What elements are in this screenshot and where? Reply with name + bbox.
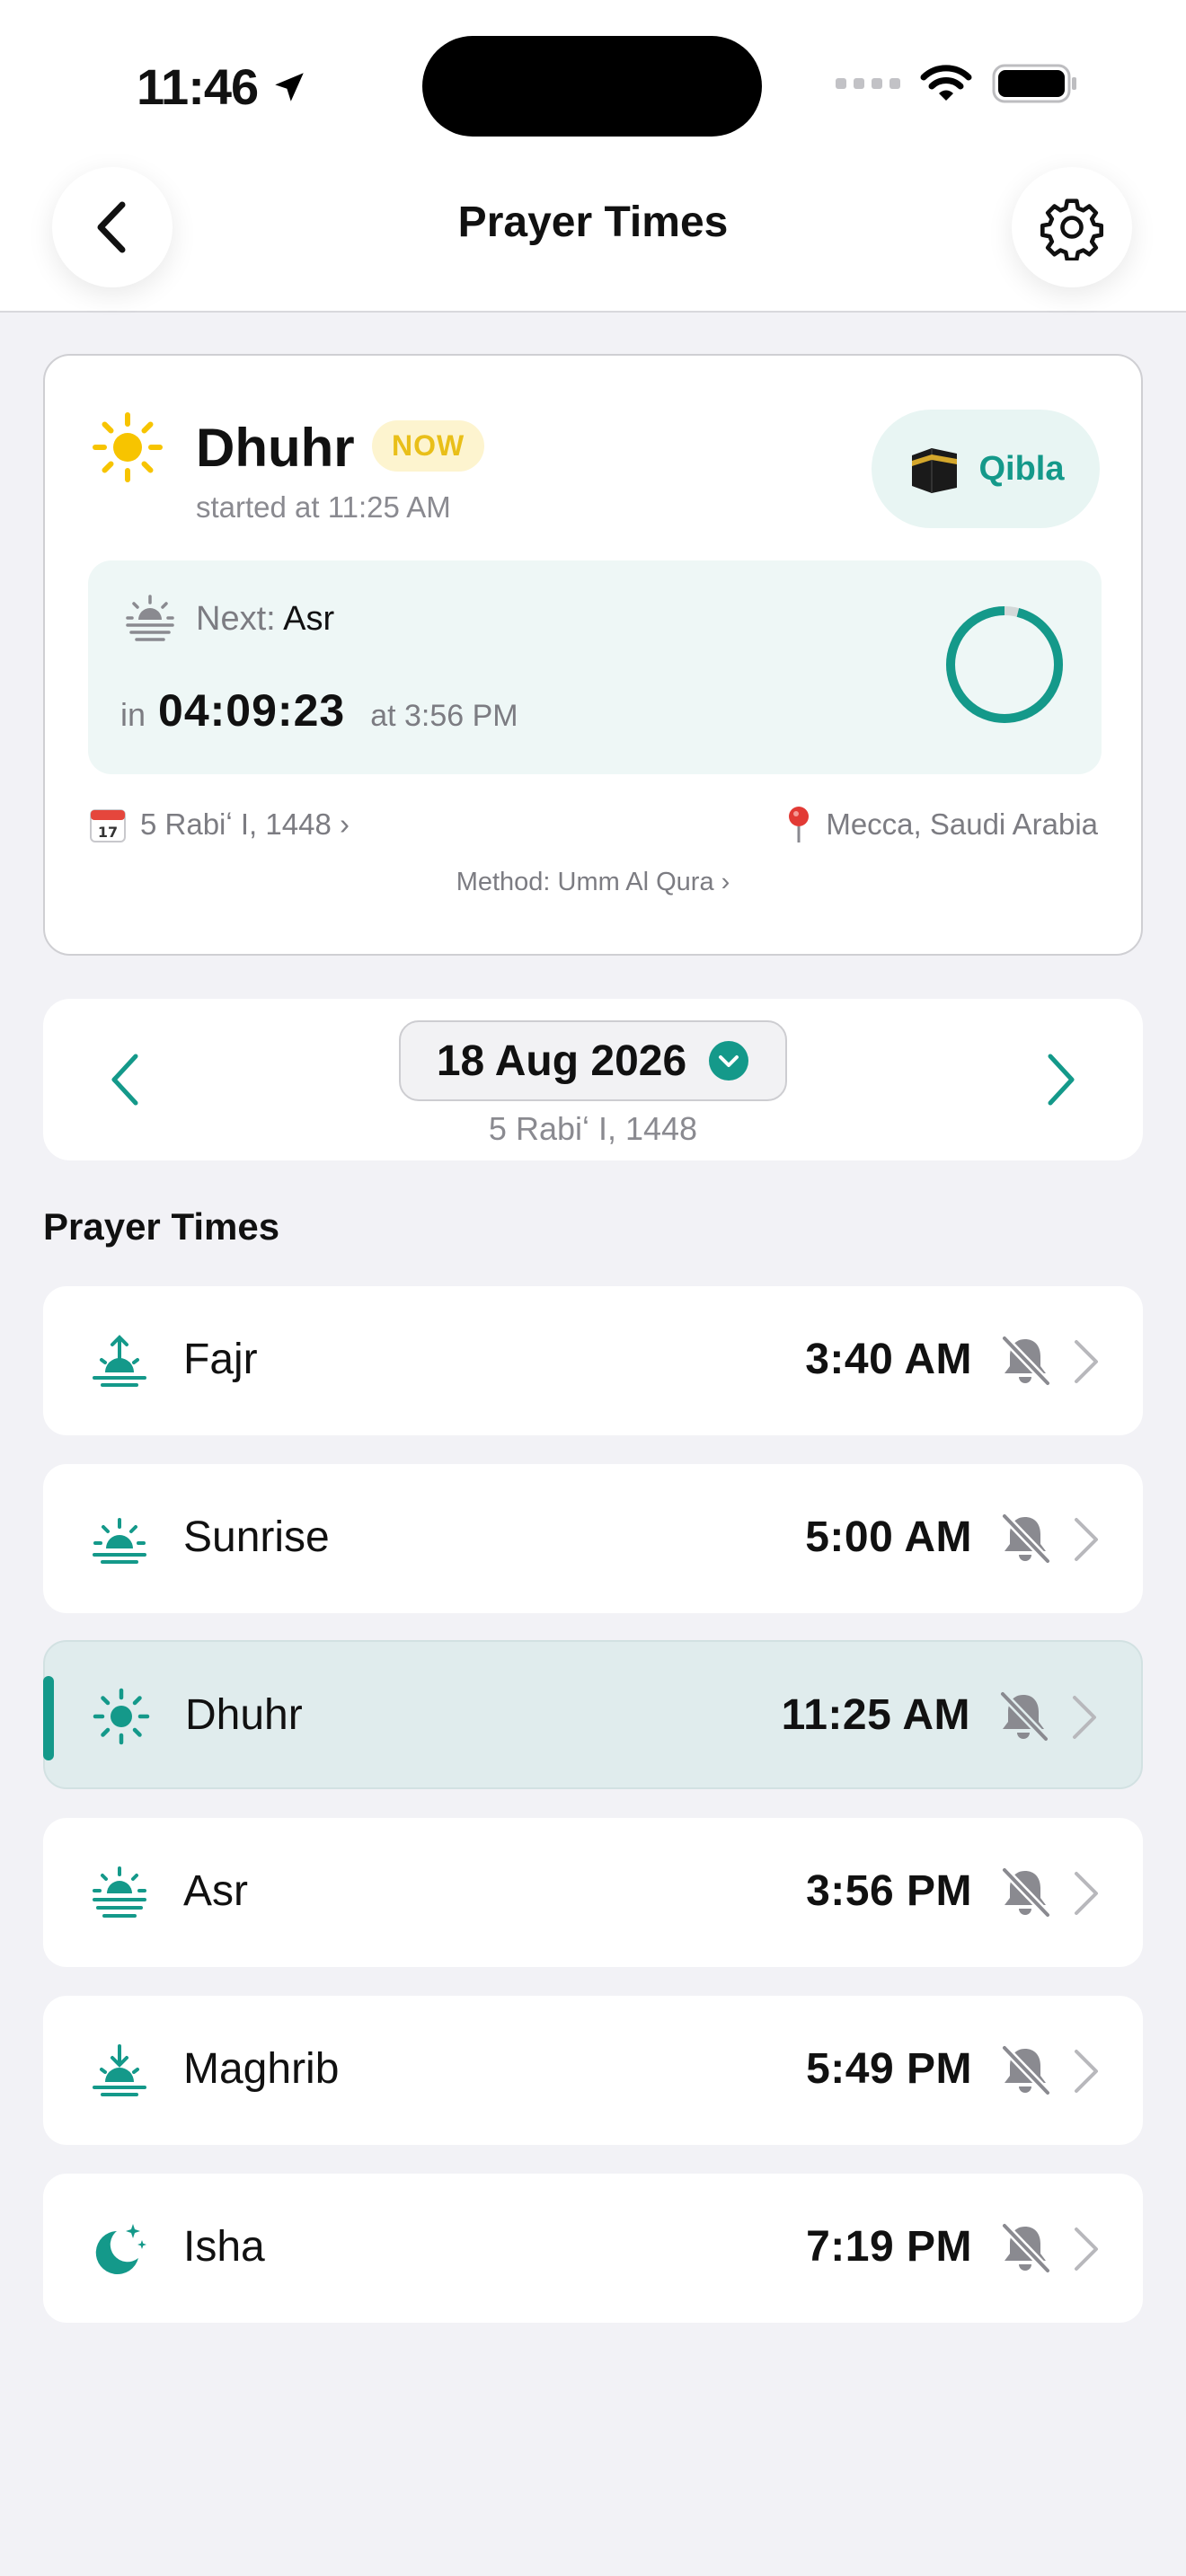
page-title: Prayer Times [457,198,729,246]
next-label: Next: [196,600,276,638]
bell-slash-icon[interactable] [997,1333,1053,1389]
prayer-time: 5:00 AM [805,1513,972,1561]
current-prayer-name: Dhuhr [196,418,355,478]
status-time-text: 11:46 [137,58,259,115]
next-prayer-name: Asr [283,600,335,638]
calendar-icon: 17 [90,809,126,842]
prayer-time: 7:19 PM [806,2223,972,2271]
prayer-name: Fajr [183,1336,258,1383]
qibla-label: Qibla [978,449,1065,488]
chevron-down-circle-icon [709,1041,749,1081]
prayer-name: Dhuhr [185,1691,303,1739]
prayer-row-maghrib[interactable]: Maghrib 5:49 PM [43,1996,1143,2145]
status-bar: 11:46 [0,0,1186,153]
wifi-icon [920,65,972,101]
next-prayer-row: Next: Asr [196,600,334,639]
prayer-row-sunrise[interactable]: Sunrise 5:00 AM [43,1464,1143,1613]
status-time: 11:46 [137,57,308,116]
chevron-right-icon [1075,1340,1098,1383]
previous-day-button[interactable] [90,1044,162,1116]
prayer-row-fajr[interactable]: Fajr 3:40 AM [43,1286,1143,1435]
sunrise-icon [93,1518,146,1564]
next-prayer-time: at 3:56 PM [370,699,518,733]
bell-slash-icon[interactable] [997,2220,1053,2276]
location-pin-icon [789,807,810,842]
next-day-button[interactable] [1024,1044,1096,1116]
hijri-date-link[interactable]: 17 5 Rabiʻ I, 1448 › [88,805,350,844]
prayer-time: 5:49 PM [806,2045,972,2093]
prayer-name: Maghrib [183,2045,340,2093]
prayer-row-asr[interactable]: Asr 3:56 PM [43,1818,1143,1967]
sun-icon [93,1688,150,1745]
section-title: Prayer Times [43,1205,280,1248]
calculation-method-link[interactable]: Method: Umm Al Qura › [45,868,1141,897]
chevron-right-icon [1075,1872,1098,1915]
date-navigator: 18 Aug 2026 5 Rabiʻ I, 1448 [43,999,1143,1160]
countdown-progress-ring [946,606,1063,723]
sun-icon [93,412,163,482]
selected-hijri-date: 5 Rabiʻ I, 1448 [488,1110,698,1147]
active-indicator [43,1676,54,1760]
moon-stars-icon [95,2224,146,2274]
chevron-right-icon [1048,1054,1075,1106]
prayer-row-dhuhr[interactable]: Dhuhr 11:25 AM [43,1640,1143,1789]
started-at-text: started at 11:25 AM [196,490,451,524]
bell-slash-icon[interactable] [997,2042,1053,2098]
location: Mecca, Saudi Arabia [784,805,1098,844]
countdown-row: in 04:09:23 at 3:56 PM [120,684,518,737]
status-indicators [836,63,1078,104]
chevron-right-icon [1073,1696,1096,1739]
countdown-value: 04:09:23 [158,685,346,736]
sunset-icon [93,2044,146,2096]
location-arrow-icon [275,72,304,101]
prayer-name: Isha [183,2223,265,2271]
chevron-right-icon [1075,2228,1098,2271]
countdown-prefix: in [120,696,146,733]
next-prayer-panel: Next: Asr in 04:09:23 at 3:56 PM [88,560,1102,774]
kaaba-icon [912,448,958,493]
prayer-row-isha[interactable]: Isha 7:19 PM [43,2174,1143,2323]
prayer-time: 3:40 AM [805,1336,972,1383]
sun-rising-icon [93,1335,146,1387]
location-text: Mecca, Saudi Arabia [826,807,1098,841]
bell-slash-icon[interactable] [996,1689,1051,1744]
settings-button[interactable] [1012,167,1132,287]
selected-date: 18 Aug 2026 [436,1037,687,1085]
bell-slash-icon[interactable] [997,1865,1053,1920]
battery-icon [992,64,1076,103]
chevron-right-icon [1075,2050,1098,2093]
prayer-time: 3:56 PM [806,1867,972,1915]
sun-haze-icon [93,1866,146,1918]
bell-slash-icon[interactable] [997,1511,1053,1566]
dynamic-island [422,36,762,137]
hijri-date-text: 5 Rabiʻ I, 1448 › [140,807,350,841]
now-badge: NOW [372,420,485,472]
sun-haze-icon [126,595,174,641]
cellular-signal-icon [836,78,900,89]
current-prayer-card: Dhuhr NOW started at 11:25 AM Qibla Next… [43,354,1143,956]
svg-text:17: 17 [98,824,118,841]
gear-icon [1040,198,1103,260]
navigation-bar: Prayer Times [0,153,1186,313]
date-selector[interactable]: 18 Aug 2026 [399,1020,787,1101]
chevron-left-icon [111,1054,138,1106]
prayer-name: Sunrise [183,1513,330,1561]
prayer-time: 11:25 AM [781,1691,970,1739]
prayer-name: Asr [183,1867,248,1915]
qibla-button[interactable]: Qibla [872,410,1100,528]
chevron-right-icon [1075,1518,1098,1561]
